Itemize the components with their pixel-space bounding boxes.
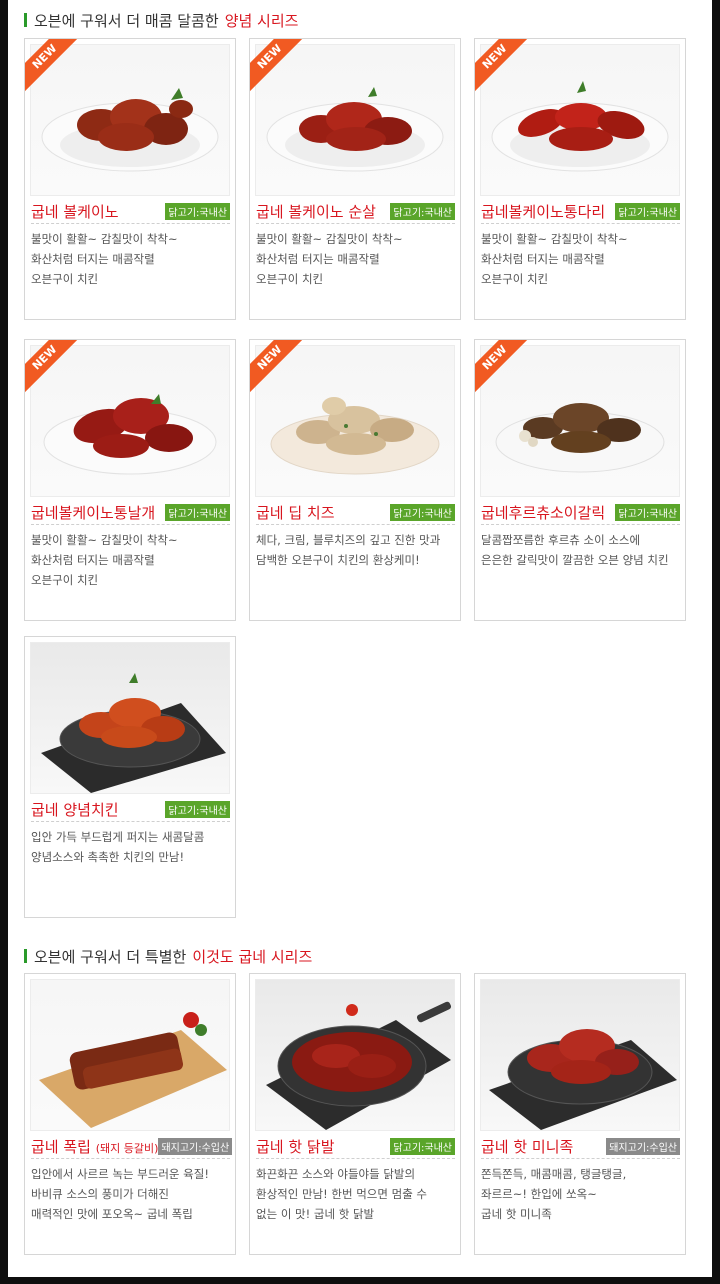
description-line: 오븐구이 치킨 [31, 272, 99, 286]
product-card-volcano-wing[interactable]: NEW 굽네볼케이노통날개 닭고기:국내산 불맛이 활활~ 감칠맛이 착착~ 화… [24, 339, 236, 621]
section-title: 오븐에 구워서 더 특별한 [34, 947, 187, 966]
description-line: 매력적인 맛에 포오옥~ 굽네 폭립 [31, 1207, 193, 1221]
description-line: 없는 이 맛! 굽네 핫 닭발 [256, 1207, 375, 1221]
section-marker [24, 949, 27, 963]
product-image [480, 44, 680, 196]
section-header-yangnyeom: 오븐에 구워서 더 매콤 달콤한 양념 시리즈 [24, 8, 298, 32]
product-name[interactable]: 굽네볼케이노통날개 [31, 502, 155, 523]
description-line: 화산처럼 터지는 매콤작렬 [481, 252, 605, 266]
description-line: 양념소스와 촉촉한 치킨의 만남! [31, 850, 185, 864]
product-title-row: 굽네 볼케이노 닭고기:국내산 [31, 199, 230, 224]
product-name[interactable]: 굽네 핫 닭발 [256, 1136, 335, 1157]
product-name[interactable]: 굽네 볼케이노 [31, 201, 119, 222]
product-name-suffix: (돼지 등갈비) [95, 1141, 159, 1155]
product-name[interactable]: 굽네 딥 치즈 [256, 502, 335, 523]
origin-badge: 돼지고기:수입산 [606, 1137, 680, 1155]
section-header-special: 오븐에 구워서 더 특별한 이것도 굽네 시리즈 [24, 944, 312, 968]
description-line: 불맛이 활활~ 감칠맛이 착착~ [31, 533, 178, 547]
product-card-pork-ribs[interactable]: 굽네 폭립 (돼지 등갈비) 돼지고기:수입산 입안에서 사르르 녹는 부드러운… [24, 973, 236, 1255]
description-line: 화산처럼 터지는 매콤작렬 [31, 553, 155, 567]
product-image [480, 979, 680, 1131]
product-description: 화끈화끈 소스와 야들야들 닭발의 환상적인 만남! 한번 먹으면 멈출 수 없… [256, 1164, 454, 1224]
product-name[interactable]: 굽네 볼케이노 순살 [256, 201, 376, 222]
product-title-row: 굽네 폭립 (돼지 등갈비) 돼지고기:수입산 [31, 1134, 233, 1159]
product-card-volcano[interactable]: NEW 굽네 볼케이노 닭고기:국내산 불맛이 활활~ 감칠맛이 착착~ 화산처… [24, 38, 236, 320]
origin-badge: 돼지고기:수입산 [158, 1137, 233, 1155]
description-line: 불맛이 활활~ 감칠맛이 착착~ [256, 232, 403, 246]
product-description: 불맛이 활활~ 감칠맛이 착착~ 화산처럼 터지는 매콤작렬 오븐구이 치킨 [31, 530, 229, 590]
description-line: 좌르르~! 한입에 쏘옥~ [481, 1187, 597, 1201]
description-line: 화끈화끈 소스와 야들야들 닭발의 [256, 1167, 416, 1181]
product-title-row: 굽네 핫 닭발 닭고기:국내산 [256, 1134, 455, 1159]
product-description: 입안 가득 부드럽게 퍼지는 새콤달콤 양념소스와 촉촉한 치킨의 만남! [31, 827, 229, 867]
product-image [255, 979, 455, 1131]
product-title-row: 굽네 딥 치즈 닭고기:국내산 [256, 500, 455, 525]
origin-badge: 닭고기:국내산 [165, 202, 230, 220]
product-card-fruchu-soy-garlic[interactable]: NEW 굽네후르츄소이갈릭 닭고기:국내산 달콤짭쪼름한 후르츄 소이 소스에 … [474, 339, 686, 621]
description-line: 환상적인 만남! 한번 먹으면 멈출 수 [256, 1187, 428, 1201]
section-title-highlight: 양념 시리즈 [224, 11, 299, 30]
product-title-row: 굽네 볼케이노 순살 닭고기:국내산 [256, 199, 455, 224]
description-line: 은은한 갈릭맛이 깔끔한 오븐 양념 치킨 [481, 553, 669, 567]
origin-badge: 닭고기:국내산 [390, 1137, 455, 1155]
product-card-yangnyeom-chicken[interactable]: 굽네 양념치킨 닭고기:국내산 입안 가득 부드럽게 퍼지는 새콤달콤 양념소스… [24, 636, 236, 918]
product-card-hot-chicken-feet[interactable]: 굽네 핫 닭발 닭고기:국내산 화끈화끈 소스와 야들야들 닭발의 환상적인 만… [249, 973, 461, 1255]
description-line: 불맛이 활활~ 감칠맛이 착착~ [31, 232, 178, 246]
description-line: 쫀득쫀득, 매콤매콤, 탱글탱글, [481, 1167, 627, 1181]
product-card-volcano-drumstick[interactable]: NEW 굽네볼케이노통다리 닭고기:국내산 불맛이 활활~ 감칠맛이 착착~ 화… [474, 38, 686, 320]
product-description: 불맛이 활활~ 감칠맛이 착착~ 화산처럼 터지는 매콤작렬 오븐구이 치킨 [256, 229, 454, 289]
product-image [255, 345, 455, 497]
product-name[interactable]: 굽네 양념치킨 [31, 799, 119, 820]
description-line: 체다, 크림, 블루치즈의 깊고 진한 맛과 [256, 533, 441, 547]
description-line: 굽네 핫 미니족 [481, 1207, 552, 1221]
product-image [480, 345, 680, 497]
product-name[interactable]: 굽네후르츄소이갈릭 [481, 502, 605, 523]
product-title-row: 굽네볼케이노통다리 닭고기:국내산 [481, 199, 680, 224]
description-line: 입안 가득 부드럽게 퍼지는 새콤달콤 [31, 830, 205, 844]
description-line: 입안에서 사르르 녹는 부드러운 육질! [31, 1167, 209, 1181]
product-image [30, 345, 230, 497]
product-description: 체다, 크림, 블루치즈의 깊고 진한 맛과 담백한 오븐구이 치킨의 환상케미… [256, 530, 454, 570]
origin-badge: 닭고기:국내산 [165, 800, 230, 818]
origin-badge: 닭고기:국내산 [390, 503, 455, 521]
description-line: 오븐구이 치킨 [481, 272, 549, 286]
product-name[interactable]: 굽네볼케이노통다리 [481, 201, 605, 222]
menu-page: 오븐에 구워서 더 매콤 달콤한 양념 시리즈 NEW 굽네 볼케이노 닭고기:… [8, 0, 712, 1277]
product-description: 입안에서 사르르 녹는 부드러운 육질! 바비큐 소스의 풍미가 더해진 매력적… [31, 1164, 229, 1224]
product-image [30, 642, 230, 794]
origin-badge: 닭고기:국내산 [390, 202, 455, 220]
description-line: 오븐구이 치킨 [31, 573, 99, 587]
origin-badge: 닭고기:국내산 [615, 202, 680, 220]
description-line: 오븐구이 치킨 [256, 272, 324, 286]
description-line: 달콤짭쪼름한 후르츄 소이 소스에 [481, 533, 641, 547]
section-title: 오븐에 구워서 더 매콤 달콤한 [34, 11, 219, 30]
product-image [30, 44, 230, 196]
description-line: 화산처럼 터지는 매콤작렬 [31, 252, 155, 266]
product-image [255, 44, 455, 196]
product-title-row: 굽네후르츄소이갈릭 닭고기:국내산 [481, 500, 680, 525]
description-line: 화산처럼 터지는 매콤작렬 [256, 252, 380, 266]
product-description: 불맛이 활활~ 감칠맛이 착착~ 화산처럼 터지는 매콤작렬 오븐구이 치킨 [31, 229, 229, 289]
product-card-deep-cheese[interactable]: NEW 굽네 딥 치즈 닭고기:국내산 체다, 크림, 블루치즈의 깊고 진한 … [249, 339, 461, 621]
product-description: 불맛이 활활~ 감칠맛이 착착~ 화산처럼 터지는 매콤작렬 오븐구이 치킨 [481, 229, 679, 289]
description-line: 바비큐 소스의 풍미가 더해진 [31, 1187, 169, 1201]
product-title-row: 굽네볼케이노통날개 닭고기:국내산 [31, 500, 230, 525]
product-card-hot-mini-jokbal[interactable]: 굽네 핫 미니족 돼지고기:수입산 쫀득쫀득, 매콤매콤, 탱글탱글, 좌르르~… [474, 973, 686, 1255]
product-card-volcano-boneless[interactable]: NEW 굽네 볼케이노 순살 닭고기:국내산 불맛이 활활~ 감칠맛이 착착~ … [249, 38, 461, 320]
section-title-highlight: 이것도 굽네 시리즈 [192, 947, 313, 966]
description-line: 불맛이 활활~ 감칠맛이 착착~ [481, 232, 628, 246]
product-image [30, 979, 230, 1131]
product-name[interactable]: 굽네 핫 미니족 [481, 1136, 573, 1157]
origin-badge: 닭고기:국내산 [615, 503, 680, 521]
product-name-wrapper[interactable]: 굽네 폭립 (돼지 등갈비) [31, 1136, 158, 1157]
section-marker [24, 13, 27, 27]
product-title-row: 굽네 양념치킨 닭고기:국내산 [31, 797, 230, 822]
origin-badge: 닭고기:국내산 [165, 503, 230, 521]
product-description: 쫀득쫀득, 매콤매콤, 탱글탱글, 좌르르~! 한입에 쏘옥~ 굽네 핫 미니족 [481, 1164, 679, 1224]
product-description: 달콤짭쪼름한 후르츄 소이 소스에 은은한 갈릭맛이 깔끔한 오븐 양념 치킨 [481, 530, 679, 570]
description-line: 담백한 오븐구이 치킨의 환상케미! [256, 553, 420, 567]
product-name: 굽네 폭립 [31, 1137, 91, 1156]
product-title-row: 굽네 핫 미니족 돼지고기:수입산 [481, 1134, 680, 1159]
